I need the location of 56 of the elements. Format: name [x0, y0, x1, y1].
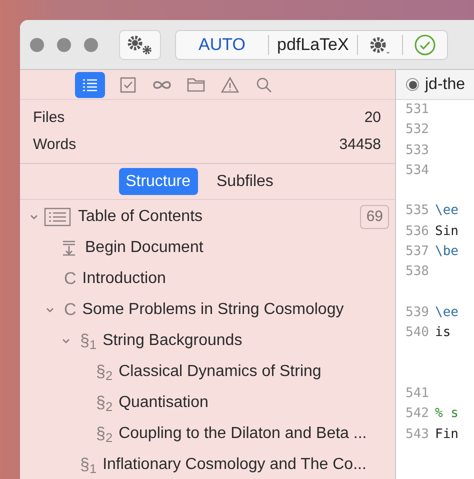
section-marker: C — [64, 298, 76, 321]
outline-item[interactable]: Begin Document — [85, 236, 204, 260]
outline-tab[interactable] — [74, 72, 104, 98]
code-line: % s — [435, 405, 458, 424]
section-marker: §$_{1}$ — [80, 454, 97, 478]
infinity-icon — [152, 80, 170, 88]
outline-item[interactable]: String Backgrounds — [102, 328, 242, 352]
stat-value: 20 — [364, 108, 381, 128]
outline-item[interactable]: Inflationary Cosmology and The Co... — [102, 452, 366, 476]
outline-item[interactable]: Quantisation — [118, 390, 208, 414]
line-number: 531 — [404, 101, 429, 119]
zoom-button[interactable] — [84, 38, 98, 52]
begin-document-icon — [62, 240, 76, 256]
view-tab[interactable]: Subfiles — [204, 168, 286, 195]
code-line: Fin — [435, 426, 458, 444]
line-number: 535 — [404, 202, 429, 220]
line-number: 542 — [404, 405, 429, 424]
line-number: 537 — [404, 243, 429, 262]
outline-item[interactable]: Coupling to the Dilaton and Beta ... — [118, 422, 367, 446]
gear-icon — [368, 34, 392, 54]
stat-label: Files — [33, 108, 65, 128]
settings-button[interactable] — [119, 30, 161, 60]
section-marker: C — [64, 268, 76, 290]
outline-item[interactable]: Table of Contents — [78, 204, 203, 228]
line-number: 534 — [404, 162, 429, 180]
list-icon — [44, 206, 72, 226]
stat-label: Words — [33, 135, 76, 156]
line-number: 541 — [404, 385, 429, 404]
line-number: 538 — [404, 263, 429, 282]
mode-button[interactable]: AUTO — [176, 32, 268, 58]
code-line: Sin — [435, 222, 458, 241]
minimize-button[interactable] — [57, 38, 71, 52]
line-number: 539 — [404, 304, 429, 322]
item-count: 69 — [360, 204, 389, 228]
outline-item[interactable]: Introduction — [82, 266, 166, 290]
engine-button[interactable]: pdfLaTeX — [269, 32, 357, 58]
line-number: 536 — [404, 222, 429, 241]
section-marker: §$_{2}$ — [96, 392, 113, 416]
line-number: 543 — [404, 426, 429, 444]
line-number: 540 — [404, 324, 429, 342]
checkbox-icon — [118, 74, 138, 94]
outline-item[interactable]: Classical Dynamics of String — [118, 360, 322, 384]
line-number: 532 — [404, 121, 429, 140]
code-line: \ee — [435, 202, 458, 220]
code-line: is — [435, 324, 451, 342]
outline-item[interactable]: Some Problems in String Cosmology — [82, 298, 344, 322]
code-line: \ee — [435, 304, 458, 322]
section-marker: §$_{1}$ — [80, 330, 97, 354]
close-button[interactable] — [30, 38, 44, 52]
section-marker: §$_{2}$ — [96, 422, 113, 446]
warning-icon — [220, 74, 240, 94]
code-line: \be — [435, 243, 458, 262]
stat-value: 34458 — [339, 135, 381, 156]
line-number: 533 — [404, 142, 429, 160]
view-tab[interactable]: Structure — [118, 168, 198, 195]
section-marker: §$_{2}$ — [96, 360, 113, 384]
